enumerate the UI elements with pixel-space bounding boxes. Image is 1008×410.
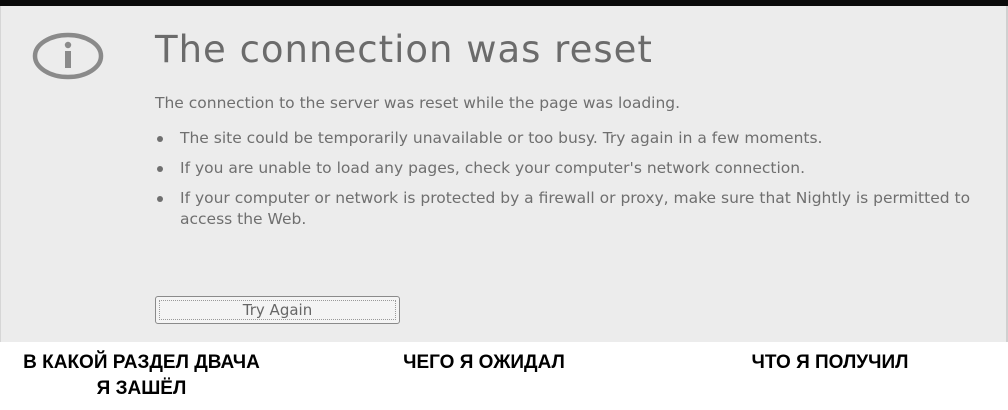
- reason-text: If you are unable to load any pages, che…: [180, 159, 806, 177]
- reason-text: If your computer or network is protected…: [180, 189, 971, 228]
- try-again-label: Try Again: [242, 301, 313, 319]
- reason-list: The site could be temporarily unavailabl…: [155, 128, 985, 239]
- error-description: The connection to the server was reset w…: [155, 94, 681, 112]
- caption-right: ЧТО Я ПОЛУЧИЛ: [751, 352, 909, 373]
- bullet-icon: [157, 136, 163, 142]
- info-icon: [32, 32, 104, 80]
- page-title: The connection was reset: [155, 28, 653, 71]
- bullet-icon: [157, 166, 163, 172]
- try-again-button[interactable]: Try Again: [155, 296, 400, 324]
- error-page: The connection was reset The connection …: [0, 6, 1008, 342]
- bullet-icon: [157, 196, 163, 202]
- reason-item: If your computer or network is protected…: [155, 188, 985, 230]
- reason-text: The site could be temporarily unavailabl…: [180, 129, 823, 147]
- reason-item: The site could be temporarily unavailabl…: [155, 128, 985, 149]
- caption-middle: ЧЕГО Я ОЖИДАЛ: [403, 352, 565, 373]
- caption-left: В КАКОЙ РАЗДЕЛ ДВАЧА Я ЗАШЁЛ: [23, 352, 260, 399]
- reason-item: If you are unable to load any pages, che…: [155, 158, 985, 179]
